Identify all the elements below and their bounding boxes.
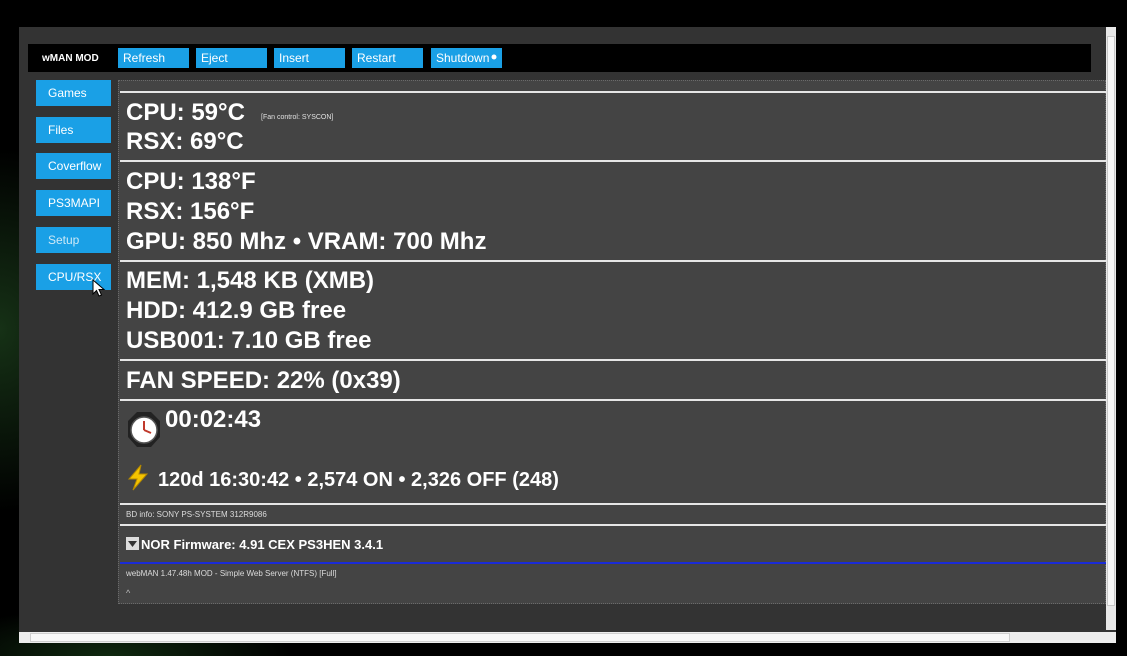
sidebar-item-setup[interactable]: Setup: [36, 227, 111, 253]
cursor-dot-icon: [491, 54, 497, 60]
bd-info: BD info: SONY PS-SYSTEM 312R9086: [126, 510, 267, 519]
sidebar-item-games[interactable]: Games: [36, 80, 111, 106]
blue-divider: [120, 562, 1107, 564]
usb-free: USB001: 7.10 GB free: [126, 327, 372, 354]
hdd-free: HDD: 412.9 GB free: [126, 297, 347, 324]
total-uptime-stats: 120d 16:30:42 • 2,574 ON • 2,326 OFF (24…: [158, 469, 559, 491]
horizontal-scroll-thumb[interactable]: [30, 633, 1010, 642]
insert-button[interactable]: Insert: [274, 48, 345, 68]
divider: [120, 359, 1107, 361]
refresh-button[interactable]: Refresh: [118, 48, 189, 68]
cpu-temp-celsius: CPU: 59°C: [126, 99, 245, 126]
divider: [120, 399, 1107, 401]
divider: [120, 260, 1107, 262]
sidebar-item-ps3mapi[interactable]: PS3MAPI: [36, 190, 111, 216]
rsx-temp-fahrenheit: RSX: 156°F: [126, 198, 255, 225]
session-uptime: 00:02:43: [165, 406, 262, 433]
memory-usage: MEM: 1,548 KB (XMB): [126, 267, 375, 294]
lightning-icon: [127, 464, 149, 491]
divider: [120, 524, 1107, 526]
fan-speed: FAN SPEED: 22% (0x39): [126, 367, 401, 394]
gpu-vram-clock: GPU: 850 Mhz • VRAM: 700 Mhz: [126, 228, 487, 255]
brand-label: wMAN MOD: [42, 53, 99, 64]
sidebar-item-coverflow[interactable]: Coverflow: [36, 153, 111, 179]
cpu-temp-fahrenheit: CPU: 138°F: [126, 168, 256, 195]
divider: [120, 503, 1107, 505]
divider: [120, 160, 1107, 162]
rsx-temp-celsius: RSX: 69°C: [126, 128, 244, 155]
footer-version: webMAN 1.47.48h MOD - Simple Web Server …: [126, 569, 337, 578]
eject-button[interactable]: Eject: [196, 48, 267, 68]
sidebar-item-files[interactable]: Files: [36, 117, 111, 143]
dropdown-arrow-icon[interactable]: [126, 537, 139, 550]
clock-icon: [128, 412, 160, 447]
nor-firmware: NOR Firmware: 4.91 CEX PS3HEN 3.4.1: [141, 537, 384, 552]
vertical-scroll-thumb[interactable]: [1107, 36, 1115, 606]
caret-up-icon[interactable]: ^: [126, 588, 130, 598]
mouse-pointer-icon: [92, 279, 106, 297]
divider: [120, 91, 1107, 93]
restart-button[interactable]: Restart: [352, 48, 423, 68]
fan-control-note: [Fan control: SYSCON]: [261, 114, 334, 121]
